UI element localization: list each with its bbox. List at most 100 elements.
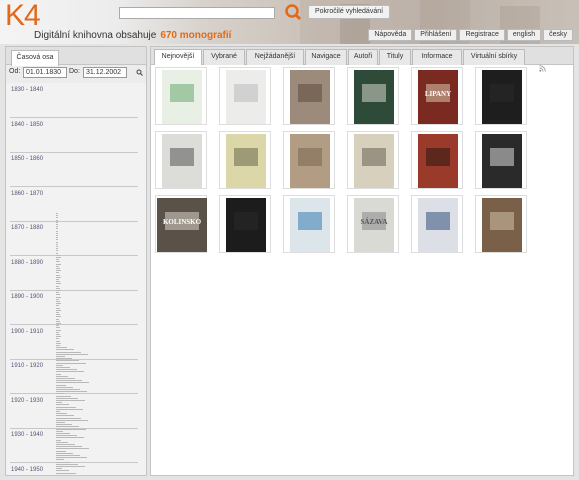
decade-label[interactable]: 1860 - 1870 [11, 191, 43, 197]
decade-label[interactable]: 1880 - 1890 [11, 260, 43, 266]
timeline-density-bar [56, 472, 76, 474]
timeline-density-bar [56, 373, 61, 375]
book-cover[interactable] [290, 198, 330, 252]
tab-newest[interactable]: Nejnovější [154, 49, 202, 65]
timeline-density-bar [56, 457, 87, 459]
register-button[interactable]: Registrace [459, 29, 505, 41]
timeline-density-bar [56, 290, 61, 291]
book-cover[interactable] [226, 70, 266, 124]
book-cover[interactable] [162, 70, 202, 124]
decade-label[interactable]: 1850 - 1860 [11, 156, 43, 162]
decade-label[interactable]: 1840 - 1850 [11, 122, 43, 128]
decade-label[interactable]: 1830 - 1840 [11, 87, 43, 93]
timeline-density-bar [56, 320, 60, 322]
book-cover[interactable]: LIPANY [418, 70, 458, 124]
timeline-density-bar [56, 397, 78, 399]
timeline-density-bar [56, 250, 58, 252]
timeline-density-bar [56, 213, 58, 214]
timeline-density-bar [56, 422, 65, 423]
book-cover[interactable] [354, 134, 394, 188]
english-button[interactable]: english [506, 29, 542, 41]
tab-information[interactable]: Informace [412, 49, 462, 65]
book-cover[interactable] [482, 134, 522, 188]
book-thumbnail[interactable] [219, 195, 271, 253]
book-cover[interactable] [482, 70, 522, 124]
tab-authors[interactable]: Autoři [348, 49, 378, 65]
book-cover[interactable] [354, 70, 394, 124]
book-thumbnail[interactable] [283, 67, 335, 125]
tab-most-requested[interactable]: Nejžádanější [246, 49, 304, 65]
decade-label[interactable]: 1920 - 1930 [11, 398, 43, 404]
book-thumbnail[interactable]: SÁZAVA [347, 195, 399, 253]
help-button[interactable]: Nápověda [368, 29, 413, 41]
decade-label[interactable]: 1870 - 1880 [11, 225, 43, 231]
collection-summary: Digitální knihovna obsahuje 670 monografi… [34, 30, 231, 41]
book-cover[interactable]: KOLINSKO [157, 198, 207, 252]
cover-illustration [170, 148, 194, 166]
book-cover[interactable] [482, 198, 522, 252]
to-date-input[interactable]: 31.12.2002 [83, 67, 127, 78]
timeline-density-bar [56, 367, 70, 368]
timeline-density-bar [56, 371, 84, 373]
date-search-icon[interactable] [136, 69, 143, 76]
timeline-density-bar [56, 221, 58, 223]
timeline-density-bar [56, 292, 59, 294]
book-cover[interactable] [162, 134, 202, 188]
logo[interactable]: K4 [5, 0, 41, 32]
timeline-density-bar [56, 314, 60, 316]
search-input[interactable] [119, 7, 275, 19]
rss-icon[interactable] [539, 65, 546, 72]
timeline-density-bar [56, 351, 81, 353]
decade-label[interactable]: 1890 - 1900 [11, 294, 43, 300]
subtitle-text: Digitální knihovna obsahuje [34, 30, 157, 41]
decade-divider [10, 117, 138, 118]
book-thumbnail[interactable] [347, 67, 399, 125]
book-thumbnail[interactable] [411, 131, 463, 189]
book-thumbnail[interactable]: LIPANY [411, 67, 463, 125]
book-thumbnail[interactable] [155, 67, 207, 125]
timeline-density-bar [56, 389, 80, 390]
book-thumbnail[interactable] [219, 67, 271, 125]
book-thumbnail[interactable] [283, 131, 335, 189]
book-cover[interactable] [418, 198, 458, 252]
tab-titles[interactable]: Tituly [379, 49, 411, 65]
from-date-input[interactable]: 01.01.1830 [23, 67, 67, 78]
book-thumbnail[interactable] [283, 195, 335, 253]
book-cover[interactable] [290, 134, 330, 188]
book-thumbnail[interactable] [475, 131, 527, 189]
book-thumbnail[interactable] [411, 195, 463, 253]
timeline-density-bar [56, 298, 59, 300]
timeline-density-bar [56, 356, 65, 357]
decade-label[interactable]: 1900 - 1910 [11, 329, 43, 335]
search-icon[interactable] [284, 3, 302, 21]
tab-navigation[interactable]: Navigace [305, 49, 347, 65]
cover-illustration [426, 212, 450, 230]
book-cover[interactable] [226, 198, 266, 252]
decade-label[interactable]: 1910 - 1920 [11, 363, 43, 369]
tab-selected[interactable]: Vybrané [203, 49, 245, 65]
decade-label[interactable]: 1940 - 1950 [11, 467, 43, 473]
timeline-density-bar [56, 228, 58, 230]
book-cover[interactable]: SÁZAVA [354, 198, 394, 252]
login-button[interactable]: Přihlášení [414, 29, 458, 41]
timeline-density-bar [56, 265, 59, 267]
book-thumbnail[interactable] [475, 195, 527, 253]
timeline-density-bar [56, 413, 67, 415]
timeline-density-bar [56, 400, 85, 401]
advanced-search-button[interactable]: Pokročilé vyhledávání [308, 5, 390, 19]
book-thumbnail[interactable] [219, 131, 271, 189]
book-thumbnail[interactable] [475, 67, 527, 125]
tab-virtual-collections[interactable]: Virtuální sbírky [463, 49, 525, 65]
timeline-chart[interactable]: 1830 - 1840 1840 - 1850 1850 - 1860 1860 - … [6, 83, 146, 475]
book-cover[interactable] [226, 134, 266, 188]
book-cover[interactable] [418, 134, 458, 188]
book-cover[interactable] [290, 70, 330, 124]
timeline-density-bar [56, 455, 80, 456]
book-thumbnail[interactable] [347, 131, 399, 189]
timeline-density-bar [56, 384, 66, 386]
book-thumbnail[interactable] [155, 131, 207, 189]
decade-label[interactable]: 1930 - 1940 [11, 432, 43, 438]
tab-timeline[interactable]: Časová osa [11, 50, 59, 66]
czech-button[interactable]: česky [543, 29, 573, 41]
book-thumbnail[interactable]: KOLINSKO [155, 195, 207, 253]
